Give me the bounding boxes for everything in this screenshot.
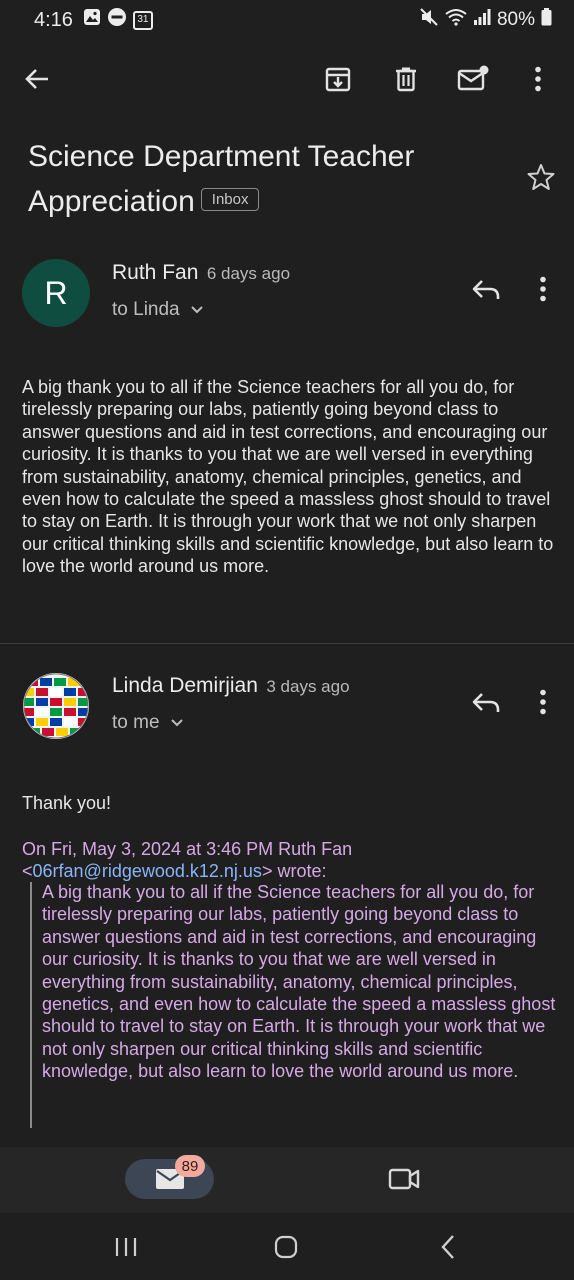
quote-attribution-prefix: On Fri, May 3, 2024 at 3:46 PM Ruth Fan xyxy=(22,839,353,859)
signal-icon xyxy=(473,9,491,31)
meet-tab[interactable] xyxy=(388,1165,420,1193)
video-camera-icon xyxy=(388,1168,420,1190)
globe-flags-avatar-image xyxy=(23,673,89,739)
star-button[interactable] xyxy=(526,162,556,192)
mark-unread-icon xyxy=(457,65,489,91)
mark-unread-button[interactable] xyxy=(456,62,490,96)
wifi-icon xyxy=(445,8,467,32)
message-header-1[interactable]: R Ruth Fan 6 days ago to Linda xyxy=(0,259,574,339)
sender-line: Ruth Fan 6 days ago xyxy=(112,261,290,285)
message-body-2: Thank you! xyxy=(22,793,112,813)
do-not-disturb-icon xyxy=(107,7,127,33)
system-navigation-bar xyxy=(0,1213,574,1280)
recipient-toggle[interactable]: to me xyxy=(112,712,184,734)
home-button[interactable] xyxy=(272,1233,300,1261)
status-system-icons: 80% xyxy=(419,7,552,33)
message-time: 6 days ago xyxy=(206,264,291,283)
delete-icon xyxy=(396,67,416,92)
message-header-2[interactable]: Linda Demirjian 3 days ago to me xyxy=(0,672,574,752)
archive-button[interactable] xyxy=(321,62,355,96)
recent-apps-button[interactable] xyxy=(112,1233,140,1261)
delete-button[interactable] xyxy=(389,62,423,96)
more-vert-icon xyxy=(535,66,541,92)
calendar-icon: 31 xyxy=(132,10,153,30)
recipient-text: to Linda xyxy=(112,299,180,320)
message-more-button[interactable] xyxy=(530,686,556,718)
mute-icon xyxy=(419,7,439,33)
email-toolbar xyxy=(0,50,574,108)
status-notification-icons: 31 xyxy=(83,7,153,33)
back-arrow-icon xyxy=(25,69,48,89)
back-button[interactable] xyxy=(20,62,54,96)
chevron-down-icon xyxy=(170,719,183,727)
back-chevron-icon xyxy=(441,1235,454,1259)
back-nav-button[interactable] xyxy=(436,1233,460,1261)
bottom-navigation: 89 xyxy=(0,1147,574,1213)
message-body-1: A big thank you to all if the Science te… xyxy=(22,377,554,577)
reply-icon xyxy=(472,280,500,299)
status-time: 4:16 xyxy=(34,8,73,31)
quote-attribution-suffix: > wrote: xyxy=(261,861,327,882)
quote-bar xyxy=(30,882,32,1128)
message-time: 3 days ago xyxy=(266,677,350,696)
avatar[interactable]: R xyxy=(22,259,90,327)
reply-icon xyxy=(472,693,500,712)
unread-count-badge: 89 xyxy=(175,1155,205,1177)
quote-email-open: < xyxy=(22,861,33,882)
more-vert-icon xyxy=(540,689,546,715)
status-bar: 4:16 31 80% xyxy=(0,0,574,40)
message-divider xyxy=(0,643,574,644)
sender-email-link[interactable]: 06rfan@ridgewood.k12.nj.us xyxy=(33,861,262,881)
calendar-date: 31 xyxy=(137,14,149,25)
star-icon xyxy=(527,164,555,190)
sender-line: Linda Demirjian 3 days ago xyxy=(112,674,350,698)
email-subject: Science Department Teacher Appreciation I… xyxy=(28,134,508,224)
recipient-text: to me xyxy=(112,712,160,733)
reply-button[interactable] xyxy=(470,273,502,305)
avatar[interactable] xyxy=(22,672,90,740)
sender-name: Linda Demirjian xyxy=(112,674,258,697)
home-icon xyxy=(274,1235,298,1259)
quoted-text: A big thank you to all if the Science te… xyxy=(42,882,556,1082)
inbox-label-chip[interactable]: Inbox xyxy=(200,187,260,211)
battery-icon xyxy=(541,8,552,32)
reply-button[interactable] xyxy=(470,686,502,718)
battery-percent: 80% xyxy=(496,9,535,30)
archive-icon xyxy=(325,67,351,92)
more-options-button[interactable] xyxy=(521,62,555,96)
more-vert-icon xyxy=(540,276,546,302)
image-icon xyxy=(83,8,101,32)
message-more-button[interactable] xyxy=(530,273,556,305)
quote-attribution: On Fri, May 3, 2024 at 3:46 PM Ruth Fan … xyxy=(22,838,552,883)
sender-name: Ruth Fan xyxy=(112,261,199,284)
chevron-down-icon xyxy=(190,306,203,314)
recent-apps-icon xyxy=(115,1238,137,1256)
recipient-toggle[interactable]: to Linda xyxy=(112,299,204,321)
